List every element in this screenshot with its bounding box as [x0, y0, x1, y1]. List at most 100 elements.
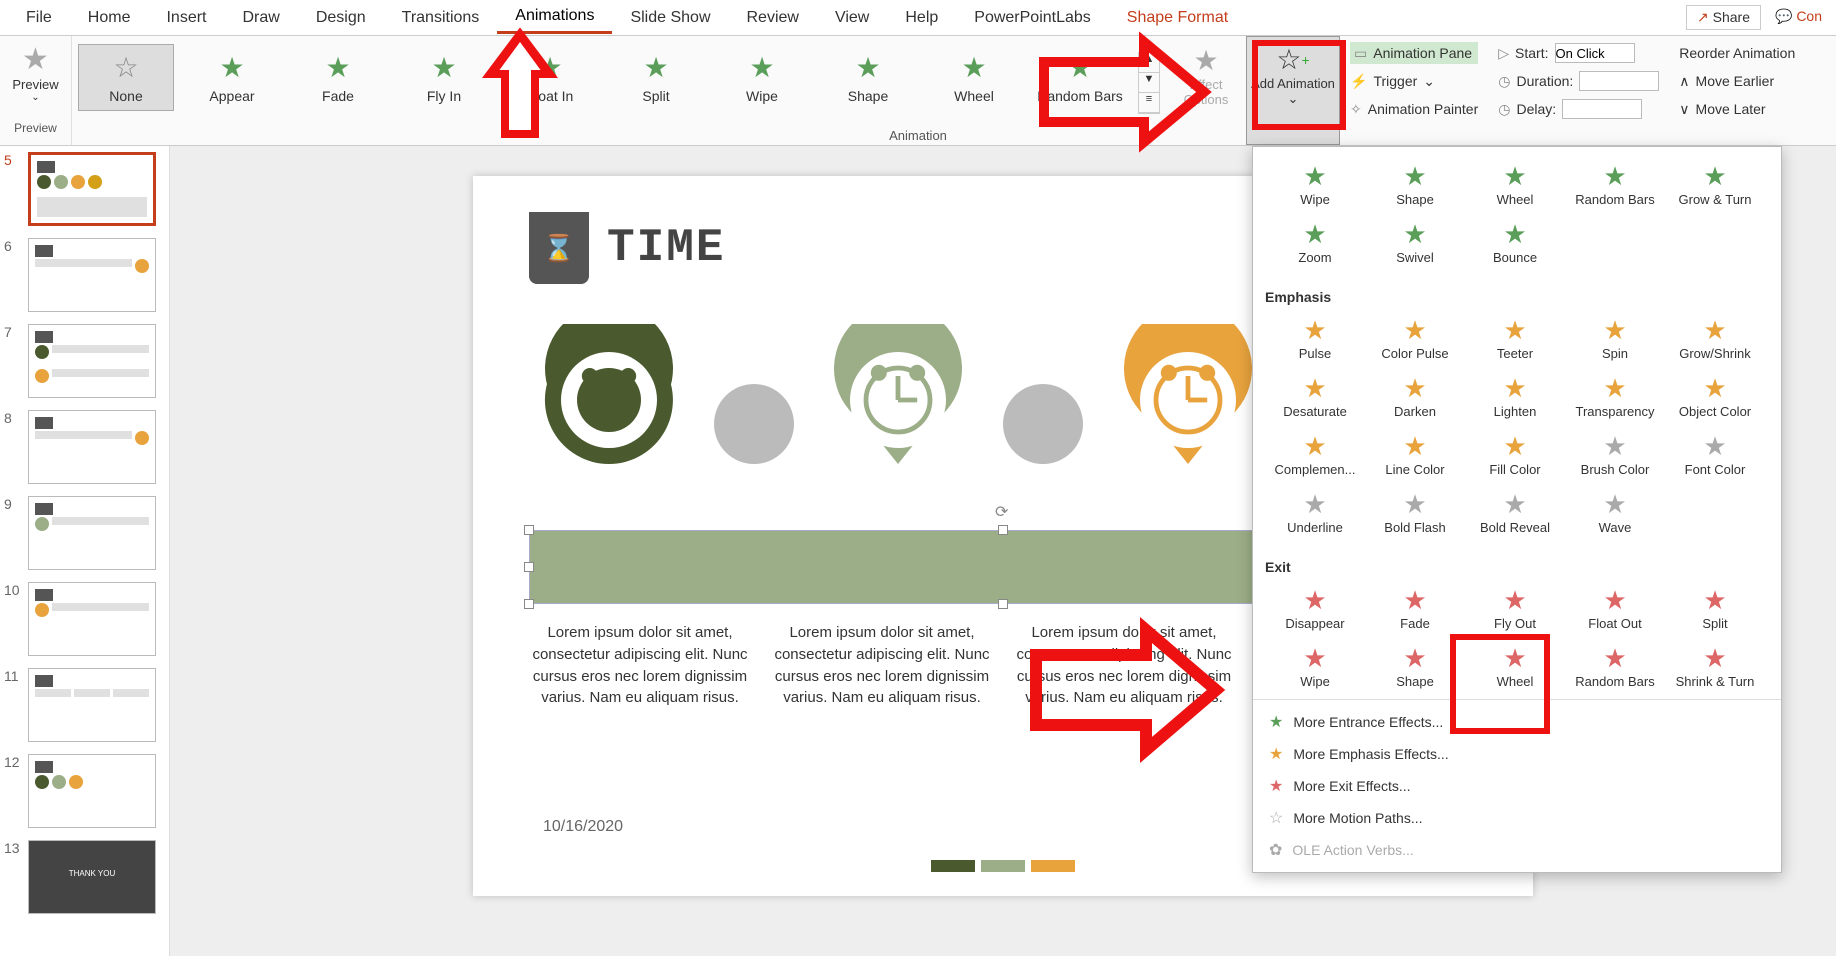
- pin-2[interactable]: [818, 324, 978, 524]
- anim-option-shrink-turn[interactable]: ★Shrink & Turn: [1665, 637, 1765, 695]
- move-later[interactable]: ∨ Move Later: [1679, 98, 1795, 120]
- anim-option-desaturate[interactable]: ★Desaturate: [1265, 367, 1365, 425]
- anim-option-split[interactable]: ★Split: [1665, 579, 1765, 637]
- slide-thumb-11[interactable]: 11: [4, 668, 165, 742]
- more-exit[interactable]: ★More Exit Effects...: [1253, 770, 1781, 802]
- more-motion[interactable]: ☆More Motion Paths...: [1253, 802, 1781, 834]
- anim-option-grow-turn[interactable]: ★Grow & Turn: [1665, 155, 1765, 213]
- anim-split[interactable]: ★Split: [608, 44, 704, 111]
- anim-option-pulse[interactable]: ★Pulse: [1265, 309, 1365, 367]
- start-row[interactable]: ▷Start:: [1498, 42, 1659, 64]
- slide-thumb-8[interactable]: 8: [4, 410, 165, 484]
- add-animation-button[interactable]: ☆+ Add Animation ⌄: [1246, 36, 1340, 145]
- anim-option-grow-shrink[interactable]: ★Grow/Shrink: [1665, 309, 1765, 367]
- slide-thumb-10[interactable]: 10: [4, 582, 165, 656]
- slide-thumb-13[interactable]: 13THANK YOU: [4, 840, 165, 914]
- animation-pane-button[interactable]: ▭Animation Pane: [1350, 42, 1478, 64]
- anim-option-random-bars[interactable]: ★Random Bars: [1565, 637, 1665, 695]
- anim-option-line-color[interactable]: ★Line Color: [1365, 425, 1465, 483]
- anim-wipe[interactable]: ★Wipe: [714, 44, 810, 111]
- tab-home[interactable]: Home: [70, 3, 149, 33]
- anim-option-bold-flash[interactable]: ★Bold Flash: [1365, 483, 1465, 541]
- anim-option-brush-color[interactable]: ★Brush Color: [1565, 425, 1665, 483]
- anim-option-object-color[interactable]: ★Object Color: [1665, 367, 1765, 425]
- share-button[interactable]: ↗ Share: [1686, 5, 1761, 30]
- comments-button[interactable]: 💬 Con: [1769, 5, 1828, 30]
- slide-date[interactable]: 10/16/2020: [543, 818, 623, 836]
- tab-pptlabs[interactable]: PowerPointLabs: [956, 3, 1109, 33]
- pin-3[interactable]: [1108, 324, 1268, 524]
- anim-fade[interactable]: ★Fade: [290, 44, 386, 111]
- anim-option-wipe[interactable]: ★Wipe: [1265, 637, 1365, 695]
- anim-option-fill-color[interactable]: ★Fill Color: [1465, 425, 1565, 483]
- text-col-2[interactable]: Lorem ipsum dolor sit amet, consectetur …: [771, 622, 993, 709]
- tab-animations[interactable]: Animations: [497, 1, 612, 34]
- slide-thumb-9[interactable]: 9: [4, 496, 165, 570]
- anim-shape[interactable]: ★Shape: [820, 44, 916, 111]
- tab-insert[interactable]: Insert: [148, 3, 224, 33]
- anim-wheel[interactable]: ★Wheel: [926, 44, 1022, 111]
- preview-icon[interactable]: ★: [0, 42, 71, 77]
- anim-floatin[interactable]: ★Float In: [502, 44, 598, 111]
- anim-option-font-color[interactable]: ★Font Color: [1665, 425, 1765, 483]
- anim-option-bold-reveal[interactable]: ★Bold Reveal: [1465, 483, 1565, 541]
- anim-option-darken[interactable]: ★Darken: [1365, 367, 1465, 425]
- anim-option-bounce[interactable]: ★Bounce: [1465, 213, 1565, 271]
- anim-option-complemen-[interactable]: ★Complemen...: [1265, 425, 1365, 483]
- anim-option-underline[interactable]: ★Underline: [1265, 483, 1365, 541]
- slide-thumb-12[interactable]: 12: [4, 754, 165, 828]
- pin-1[interactable]: [529, 324, 689, 524]
- slide-thumb-7[interactable]: 7: [4, 324, 165, 398]
- slide-thumb-5[interactable]: 5: [4, 152, 165, 226]
- anim-option-random-bars[interactable]: ★Random Bars: [1565, 155, 1665, 213]
- anim-option-teeter[interactable]: ★Teeter: [1465, 309, 1565, 367]
- tab-draw[interactable]: Draw: [224, 3, 297, 33]
- anim-randombars[interactable]: ★Random Bars: [1032, 44, 1128, 111]
- anim-option-swivel[interactable]: ★Swivel: [1365, 213, 1465, 271]
- start-select[interactable]: [1555, 43, 1635, 63]
- anim-option-shape[interactable]: ★Shape: [1365, 155, 1465, 213]
- anim-option-wheel[interactable]: ★Wheel: [1465, 637, 1565, 695]
- anim-option-wipe[interactable]: ★Wipe: [1265, 155, 1365, 213]
- anim-option-shape[interactable]: ★Shape: [1365, 637, 1465, 695]
- tab-slideshow[interactable]: Slide Show: [612, 3, 728, 33]
- duration-input[interactable]: [1579, 71, 1659, 91]
- anim-option-fly-out[interactable]: ★Fly Out: [1465, 579, 1565, 637]
- slide-thumbnail-panel[interactable]: 5 6 7 8 9 10 11 12 13THANK YOU: [0, 146, 170, 956]
- tab-transitions[interactable]: Transitions: [384, 3, 498, 33]
- more-entrance[interactable]: ★More Entrance Effects...: [1253, 706, 1781, 738]
- gallery-nav[interactable]: ▲▼≡: [1138, 52, 1160, 114]
- tab-design[interactable]: Design: [298, 3, 384, 33]
- preview-label[interactable]: Preview: [0, 77, 71, 92]
- add-animation-dropdown[interactable]: ★Wipe★Shape★Wheel★Random Bars★Grow & Tur…: [1252, 146, 1782, 873]
- tab-file[interactable]: File: [8, 3, 70, 33]
- rotate-handle[interactable]: ⟳: [995, 502, 1008, 522]
- anim-option-color-pulse[interactable]: ★Color Pulse: [1365, 309, 1465, 367]
- delay-input[interactable]: [1562, 99, 1642, 119]
- slide-title[interactable]: TIME: [607, 222, 725, 274]
- anim-none[interactable]: ☆None: [78, 44, 174, 111]
- tab-view[interactable]: View: [817, 3, 887, 33]
- tab-help[interactable]: Help: [887, 3, 956, 33]
- anim-option-lighten[interactable]: ★Lighten: [1465, 367, 1565, 425]
- anim-appear[interactable]: ★Appear: [184, 44, 280, 111]
- trigger-button[interactable]: ⚡Trigger ⌄: [1350, 70, 1478, 92]
- animation-painter-button[interactable]: ✧Animation Painter: [1350, 98, 1478, 120]
- move-earlier[interactable]: ∧ Move Earlier: [1679, 70, 1795, 92]
- tab-shape-format[interactable]: Shape Format: [1109, 3, 1246, 33]
- anim-option-wave[interactable]: ★Wave: [1565, 483, 1665, 541]
- more-emphasis[interactable]: ★More Emphasis Effects...: [1253, 738, 1781, 770]
- anim-option-spin[interactable]: ★Spin: [1565, 309, 1665, 367]
- text-col-3[interactable]: Lorem ipsum dolor sit amet, consectetur …: [1013, 622, 1235, 709]
- slide-thumb-6[interactable]: 6: [4, 238, 165, 312]
- tab-review[interactable]: Review: [729, 3, 817, 33]
- anim-option-fade[interactable]: ★Fade: [1365, 579, 1465, 637]
- anim-option-transparency[interactable]: ★Transparency: [1565, 367, 1665, 425]
- anim-flyin[interactable]: ★Fly In: [396, 44, 492, 111]
- text-col-1[interactable]: Lorem ipsum dolor sit amet, consectetur …: [529, 622, 751, 709]
- timing-group: ▷Start: ◷Duration: ◷Delay:: [1488, 36, 1669, 145]
- anim-option-wheel[interactable]: ★Wheel: [1465, 155, 1565, 213]
- anim-option-float-out[interactable]: ★Float Out: [1565, 579, 1665, 637]
- anim-option-zoom[interactable]: ★Zoom: [1265, 213, 1365, 271]
- anim-option-disappear[interactable]: ★Disappear: [1265, 579, 1365, 637]
